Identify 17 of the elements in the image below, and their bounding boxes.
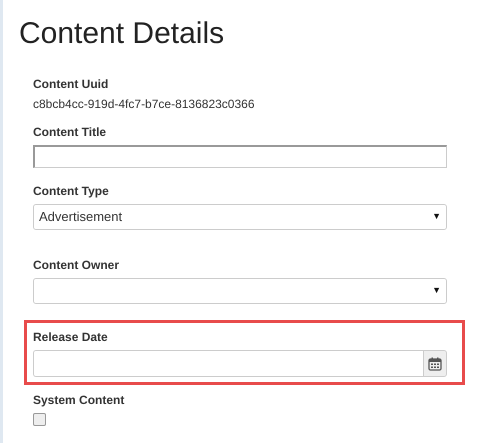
field-label: Content Type [33, 184, 110, 198]
field-label: Content Uuid [33, 77, 110, 91]
field-label: Content Title [33, 125, 108, 139]
select-field[interactable]: ▼ [33, 278, 447, 304]
checkbox[interactable] [33, 413, 46, 426]
select-field[interactable]: Advertisement ▼ [33, 204, 447, 230]
page-title: Content Details [19, 16, 226, 52]
calendar-icon [428, 356, 442, 370]
input-field[interactable] [33, 145, 447, 168]
field-value: c8bcb4cc-919d-4fc7-b7ce-8136823c0366 [33, 97, 256, 111]
field-label: System Content [33, 393, 126, 407]
date-field[interactable] [33, 350, 423, 377]
dropdown-arrow: ▼ [432, 284, 441, 298]
calendar-button[interactable] [423, 350, 447, 377]
dropdown-arrow: ▼ [432, 210, 441, 224]
field-label: Content Owner [33, 258, 120, 272]
field-label: Release Date [33, 330, 109, 344]
